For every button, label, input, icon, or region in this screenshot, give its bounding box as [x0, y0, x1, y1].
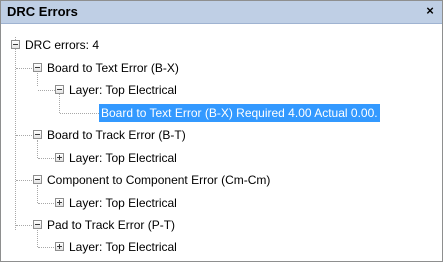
drc-error-tree[interactable]: DRC errors: 4 Board to Text Error (B-X) …: [1, 23, 442, 261]
plus-box-icon[interactable]: [55, 198, 64, 207]
plus-box-icon[interactable]: [55, 153, 64, 162]
minus-box-icon[interactable]: [55, 85, 64, 94]
tree-layer-label[interactable]: Layer: Top Electrical: [67, 238, 179, 256]
minus-box-icon[interactable]: [11, 40, 20, 49]
plus-box-icon[interactable]: [55, 242, 64, 251]
tree-item-label[interactable]: Pad to Track Error (P-T): [45, 216, 177, 234]
tree-layer-label[interactable]: Layer: Top Electrical: [67, 194, 179, 212]
tree-item-pad-to-track[interactable]: Pad to Track Error (P-T): [1, 216, 442, 234]
drc-errors-panel: DRC Errors × DRC errors: 4 Board to Text…: [0, 0, 443, 262]
tree-item-component-to-component[interactable]: Component to Component Error (Cm-Cm): [1, 171, 442, 189]
tree-root-row[interactable]: DRC errors: 4: [1, 36, 442, 54]
tree-layer-label[interactable]: Layer: Top Electrical: [67, 149, 179, 167]
tree-layer-board-to-text[interactable]: Layer: Top Electrical: [1, 81, 442, 99]
tree-detail-board-to-text[interactable]: Board to Text Error (B-X) Required 4.00 …: [1, 104, 442, 122]
minus-box-icon[interactable]: [33, 63, 42, 72]
tree-layer-board-to-track[interactable]: Layer: Top Electrical: [1, 149, 442, 167]
panel-titlebar: DRC Errors ×: [1, 1, 442, 24]
panel-title: DRC Errors: [7, 4, 78, 19]
tree-layer-pad-to-track[interactable]: Layer: Top Electrical: [1, 238, 442, 256]
tree-item-board-to-text[interactable]: Board to Text Error (B-X): [1, 59, 442, 77]
tree-item-board-to-track[interactable]: Board to Track Error (B-T): [1, 126, 442, 144]
minus-box-icon[interactable]: [33, 220, 42, 229]
tree-item-label[interactable]: Component to Component Error (Cm-Cm): [45, 171, 272, 189]
tree-item-label[interactable]: Board to Text Error (B-X): [45, 59, 181, 77]
tree-layer-component-to-component[interactable]: Layer: Top Electrical: [1, 194, 442, 212]
tree-item-label[interactable]: Board to Track Error (B-T): [45, 126, 188, 144]
close-icon[interactable]: ×: [422, 2, 438, 20]
minus-box-icon[interactable]: [33, 130, 42, 139]
minus-box-icon[interactable]: [33, 175, 42, 184]
tree-layer-label[interactable]: Layer: Top Electrical: [67, 81, 179, 99]
tree-detail-label[interactable]: Board to Text Error (B-X) Required 4.00 …: [99, 104, 380, 122]
tree-root-label[interactable]: DRC errors: 4: [23, 36, 101, 54]
